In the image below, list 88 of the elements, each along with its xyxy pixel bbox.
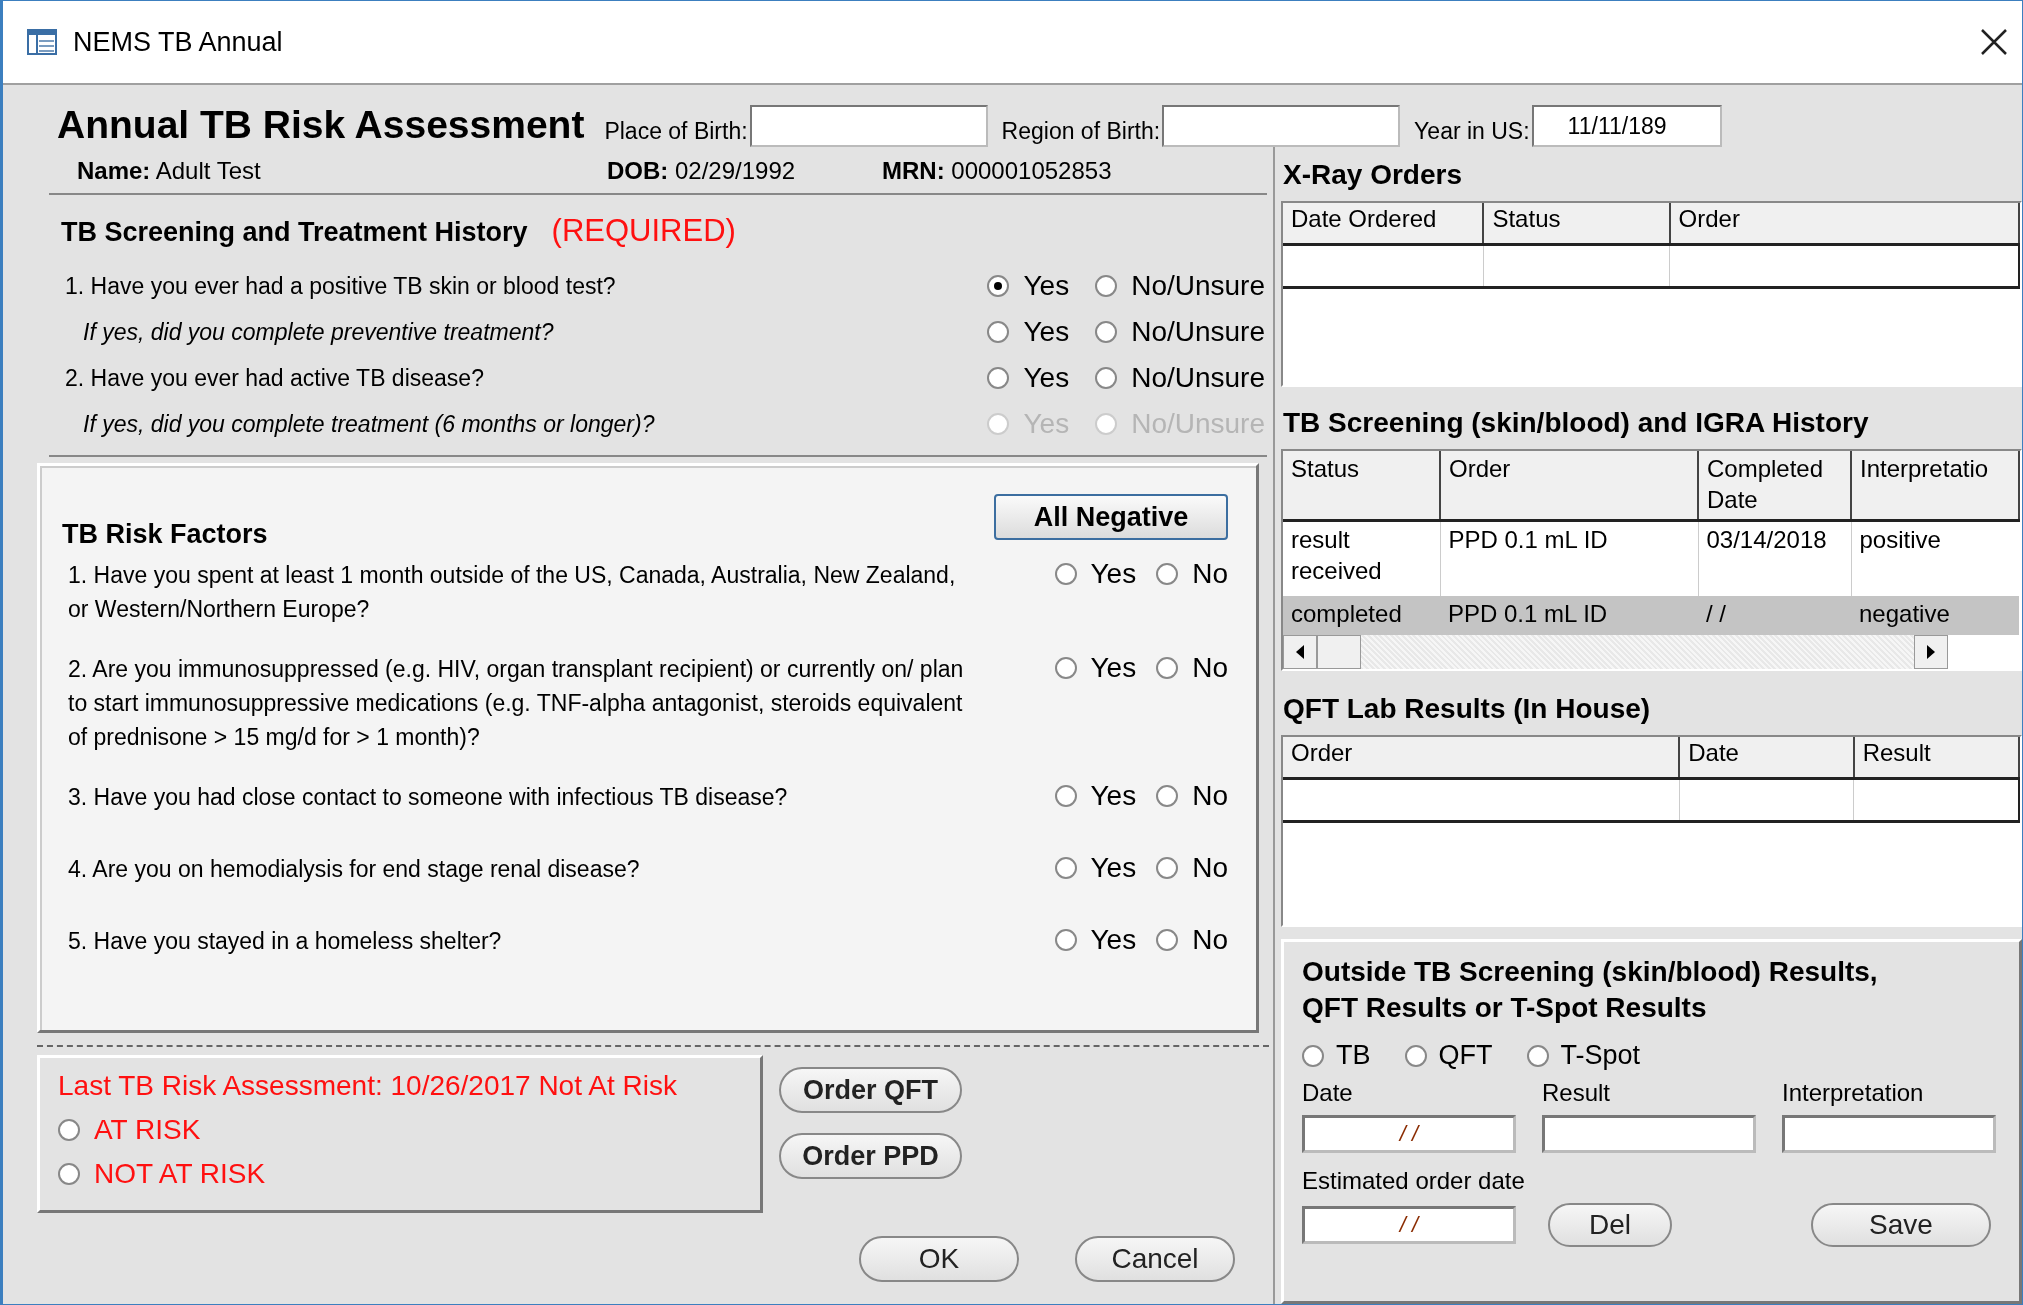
input-field[interactable] bbox=[749, 105, 988, 147]
section-title: TB Screening (skin/blood) and IGRA History bbox=[1282, 407, 1870, 440]
field-label: Estimated order date bbox=[1302, 1167, 1526, 1195]
table-cell: 03/14/2018 bbox=[1698, 520, 1851, 596]
column-header[interactable]: Order bbox=[1669, 203, 2019, 245]
radio-button[interactable]: Yes bbox=[987, 270, 1070, 302]
all-negative-button[interactable]: All Negative bbox=[994, 494, 1228, 540]
question-text: 4. Are you on hemodialysis for end stage renal disease? bbox=[67, 855, 641, 884]
table-cell: positive bbox=[1851, 520, 2019, 596]
dialog-button[interactable]: Cancel bbox=[1075, 1235, 1235, 1282]
form-title: Annual TB Risk Assessment bbox=[57, 103, 585, 147]
radio-button[interactable]: QFT bbox=[1404, 1040, 1493, 1071]
question-text: 1. Have you spent at least 1 month outside of the US, Canada, Australia, New Zealand, or Western/Northern Europe? bbox=[67, 561, 957, 624]
column-header[interactable]: Completed Date bbox=[1698, 451, 1851, 521]
close-icon[interactable] bbox=[1980, 28, 2008, 56]
panel-button[interactable]: Save bbox=[1811, 1203, 1991, 1247]
input-field[interactable]: / / bbox=[1302, 1206, 1516, 1244]
radio-button[interactable]: No bbox=[1156, 652, 1228, 684]
question-text: 1. Have you ever had a positive TB skin or blood test? bbox=[64, 272, 616, 300]
radio-button[interactable]: Yes bbox=[987, 316, 1070, 348]
radio-button[interactable]: Yes bbox=[987, 362, 1070, 394]
field-label: Result bbox=[1542, 1079, 1612, 1107]
panel-button[interactable]: Del bbox=[1548, 1203, 1672, 1247]
input-field[interactable] bbox=[1782, 1115, 1996, 1153]
table-icon bbox=[27, 29, 57, 55]
field-label: Interpretation bbox=[1782, 1079, 1925, 1107]
last-assessment-text: Last TB Risk Assessment: 10/26/2017 Not At Risk bbox=[58, 1070, 678, 1102]
required-label: (REQUIRED) bbox=[551, 213, 736, 249]
radio-button[interactable]: Yes bbox=[1054, 780, 1137, 812]
input-field[interactable]: 11/11/189 bbox=[1531, 105, 1722, 147]
radio-button[interactable]: No bbox=[1156, 924, 1228, 956]
radio-button[interactable]: No bbox=[1156, 852, 1228, 884]
field-label: Region of Birth: bbox=[1001, 118, 1161, 145]
column-header[interactable]: Result bbox=[1853, 737, 2019, 779]
question-text: If yes, did you complete preventive treatment? bbox=[82, 318, 554, 346]
input-field[interactable] bbox=[1542, 1115, 1756, 1153]
column-header[interactable]: Status bbox=[1483, 203, 1670, 245]
dialog-button[interactable]: OK bbox=[859, 1235, 1019, 1282]
table-row[interactable]: completed PPD 0.1 mL ID / / negative bbox=[1283, 595, 2019, 635]
field-label: Place of Birth: bbox=[604, 118, 748, 145]
radio-button[interactable]: No/Unsure bbox=[1095, 270, 1265, 302]
radio-button[interactable]: Yes bbox=[1054, 924, 1137, 956]
table-cell: PPD 0.1 mL ID bbox=[1440, 520, 1698, 596]
column-header[interactable]: Order bbox=[1283, 737, 1680, 779]
radio-button[interactable]: No bbox=[1156, 558, 1228, 590]
patient-info: DOB: 02/29/1992 bbox=[607, 157, 797, 185]
radio-button[interactable]: No/Unsure bbox=[1095, 362, 1265, 394]
order-button[interactable]: Order QFT bbox=[779, 1067, 962, 1113]
question-text: If yes, did you complete treatment (6 months or longer)? bbox=[82, 410, 655, 438]
radio-button[interactable]: Yes bbox=[1054, 852, 1137, 884]
section-title: TB Screening and Treatment History bbox=[61, 217, 528, 248]
input-field[interactable]: / / bbox=[1302, 1115, 1516, 1153]
input-field[interactable] bbox=[1162, 105, 1401, 147]
column-header[interactable]: Date Ordered bbox=[1283, 203, 1484, 245]
field-label: Date bbox=[1302, 1079, 1354, 1107]
table-cell: result received bbox=[1283, 520, 1440, 596]
section-title: Outside TB Screening (skin/blood) Results, QFT Results or T-Spot Results bbox=[1302, 955, 1879, 1025]
column-header[interactable]: Date bbox=[1679, 737, 1854, 779]
table-row[interactable]: result received PPD 0.1 mL ID 03/14/2018 positive bbox=[1283, 520, 2019, 596]
field-label: Year in US: bbox=[1414, 118, 1530, 145]
question-text: 2. Have you ever had active TB disease? bbox=[64, 364, 484, 392]
radio-button[interactable]: No/Unsure bbox=[1095, 316, 1265, 348]
column-header[interactable]: Interpretatio bbox=[1851, 451, 2019, 521]
scroll-right-icon[interactable] bbox=[1914, 635, 1948, 669]
patient-info: MRN: 000001052853 bbox=[882, 157, 1112, 185]
radio-button[interactable]: Yes bbox=[1054, 652, 1137, 684]
column-header[interactable]: Status bbox=[1283, 451, 1440, 521]
question-text: 5. Have you stayed in a homeless shelter? bbox=[67, 927, 503, 956]
section-title: TB Risk Factors bbox=[62, 519, 268, 550]
radio-button[interactable]: T-Spot bbox=[1526, 1040, 1641, 1071]
section-title: X-Ray Orders bbox=[1282, 159, 1463, 192]
table-cell: completed bbox=[1283, 595, 1440, 635]
patient-info: Name: Adult Test bbox=[77, 157, 262, 185]
window-title: NEMS TB Annual bbox=[73, 26, 284, 58]
radio-button[interactable]: Yes bbox=[1054, 558, 1137, 590]
table-cell: negative bbox=[1851, 595, 2019, 635]
scroll-left-icon[interactable] bbox=[1283, 635, 1317, 669]
scroll-thumb[interactable] bbox=[1317, 635, 1361, 669]
section-title: QFT Lab Results (In House) bbox=[1282, 693, 1652, 726]
column-header[interactable]: Order bbox=[1440, 451, 1698, 521]
radio-button[interactable]: No bbox=[1156, 780, 1228, 812]
question-text: 2. Are you immunosuppressed (e.g. HIV, organ transplant recipient) or currently on/ plan to start immunosuppressive medications (e.g. TNF-alpha antagonist, steroids equivalent of prednisone > 15 mg/d for > 1 month)? bbox=[67, 655, 965, 752]
order-button[interactable]: Order PPD bbox=[779, 1133, 962, 1179]
table-cell: PPD 0.1 mL ID bbox=[1440, 595, 1698, 635]
table-cell: / / bbox=[1698, 595, 1851, 635]
radio-button[interactable]: TB bbox=[1302, 1040, 1371, 1071]
question-text: 3. Have you had close contact to someone with infectious TB disease? bbox=[67, 783, 789, 812]
horizontal-scrollbar[interactable] bbox=[1283, 635, 1948, 669]
